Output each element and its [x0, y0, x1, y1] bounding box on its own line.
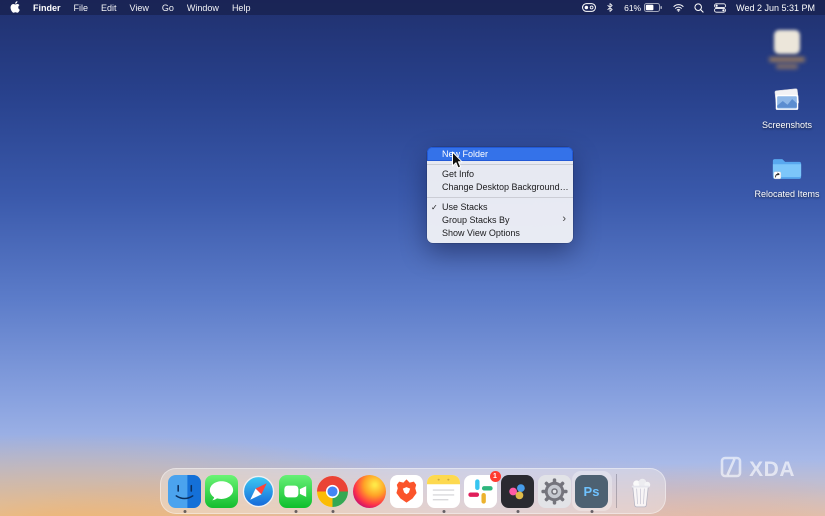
toggle-pill-icon[interactable]	[582, 3, 597, 12]
battery-icon	[644, 3, 663, 12]
safari-icon	[242, 475, 275, 508]
menu-item-show-view-options[interactable]: Show View Options	[427, 227, 573, 240]
brave-icon	[390, 474, 423, 508]
menu-app-name[interactable]: Finder	[33, 3, 61, 13]
menu-view[interactable]: View	[130, 3, 149, 13]
blurred-label-line	[769, 57, 805, 62]
menu-edit[interactable]: Edit	[101, 3, 117, 13]
running-indicator	[294, 510, 297, 513]
dock-app-safari[interactable]	[242, 474, 276, 508]
blurred-label-line	[776, 64, 798, 69]
menu-file[interactable]: File	[74, 3, 89, 13]
spotlight-search-icon[interactable]	[694, 2, 704, 13]
desktop-icon-relocated-items[interactable]: Relocated Items	[752, 155, 822, 199]
firefox-icon	[353, 474, 386, 508]
dock-app-facetime[interactable]	[279, 474, 313, 513]
control-center-icon[interactable]	[714, 2, 727, 13]
dock-app-finder[interactable]	[168, 474, 202, 513]
finder-icon	[168, 474, 201, 508]
alias-folder-icon	[771, 155, 803, 187]
menu-bar: Finder File Edit View Go Window Help 61%…	[0, 0, 825, 15]
submenu-chevron-icon: ›	[562, 213, 566, 225]
photoshop-icon: Ps	[575, 474, 608, 508]
xda-watermark-text: XDA	[749, 457, 795, 481]
context-menu: New Folder Get Info Change Desktop Backg…	[427, 147, 573, 243]
gear-icon	[538, 474, 571, 508]
menu-separator	[427, 197, 573, 198]
notification-badge: 1	[489, 471, 501, 482]
running-indicator	[590, 510, 593, 513]
desktop-icon-label: Relocated Items	[754, 189, 820, 199]
dock-app-messages[interactable]	[205, 474, 239, 508]
dock-app-system-preferences[interactable]	[538, 474, 572, 508]
dark-photo-app-icon	[501, 474, 534, 508]
menu-go[interactable]: Go	[162, 3, 174, 13]
battery-percent: 61%	[624, 2, 642, 13]
desktop[interactable]: { "menu_bar": { "app_name": "Finder", "m…	[0, 0, 825, 516]
dock-app-brave[interactable]	[390, 474, 424, 508]
screenshots-stack-icon	[772, 87, 802, 118]
notes-icon	[427, 474, 460, 508]
menu-window[interactable]: Window	[187, 3, 219, 13]
menu-item-change-desktop-background[interactable]: Change Desktop Background…	[427, 181, 573, 194]
menu-item-get-info[interactable]: Get Info	[427, 168, 573, 181]
dock-app-firefox[interactable]	[353, 474, 387, 508]
facetime-icon	[279, 474, 312, 508]
desktop-icon-blurred-app[interactable]	[757, 30, 817, 69]
dock-app-photoshop[interactable]: Ps	[571, 471, 612, 513]
running-indicator	[442, 510, 445, 513]
menu-bar-clock[interactable]: Wed 2 Jun 5:31 PM	[736, 3, 815, 13]
dock-separator	[615, 474, 617, 508]
chrome-icon	[316, 475, 349, 508]
menu-item-new-folder[interactable]: New Folder	[427, 147, 573, 161]
running-indicator	[516, 510, 519, 513]
menu-item-group-stacks-by[interactable]: Group Stacks By ›	[427, 213, 573, 227]
dock: 1 Ps	[159, 468, 666, 514]
xda-logo-icon	[719, 455, 743, 484]
desktop-icon-screenshots[interactable]: Screenshots	[757, 87, 817, 130]
dock-app-dark-photo-app[interactable]	[501, 474, 535, 513]
running-indicator	[183, 510, 186, 513]
dock-app-notes[interactable]	[427, 474, 461, 513]
bluetooth-icon[interactable]	[606, 2, 614, 13]
dock-app-slack[interactable]: 1	[464, 471, 501, 508]
wifi-icon[interactable]	[673, 3, 684, 12]
apple-menu-icon[interactable]	[10, 0, 20, 15]
checkmark-icon: ✓	[431, 203, 438, 212]
messages-icon	[205, 474, 238, 508]
menu-help[interactable]: Help	[232, 3, 251, 13]
blurred-app-icon	[774, 30, 800, 54]
xda-watermark: XDA	[719, 455, 795, 484]
trash-icon	[624, 475, 657, 508]
running-indicator	[331, 510, 334, 513]
battery-indicator[interactable]: 61%	[624, 3, 663, 13]
desktop-icon-label: Screenshots	[761, 120, 813, 130]
menu-separator	[427, 164, 573, 165]
menu-item-use-stacks[interactable]: ✓ Use Stacks	[427, 201, 573, 214]
dock-app-chrome[interactable]	[316, 474, 350, 513]
dock-trash[interactable]	[624, 474, 658, 508]
